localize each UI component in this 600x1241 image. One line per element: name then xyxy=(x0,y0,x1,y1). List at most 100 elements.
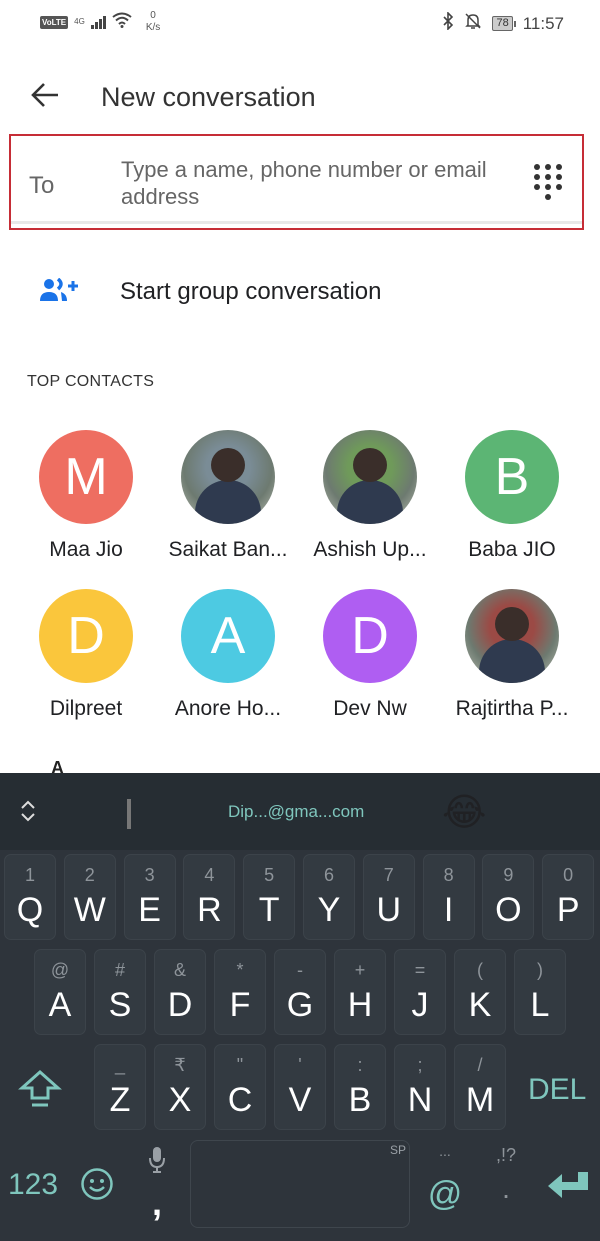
key-n[interactable]: ; N xyxy=(394,1044,446,1130)
period-hint: ,!? xyxy=(495,1145,516,1165)
speed-value: 0 xyxy=(150,10,156,21)
key-hint: & xyxy=(173,960,186,980)
space-key[interactable]: SP xyxy=(190,1140,410,1228)
key-q[interactable]: 1Q xyxy=(4,854,56,940)
battery-indicator: 78 xyxy=(492,16,517,31)
to-label: To xyxy=(29,172,55,199)
clock: 11:57 xyxy=(522,13,564,33)
key-label: O xyxy=(495,891,522,929)
contact-item[interactable]: B Baba JIO xyxy=(442,430,582,562)
network-type: 4G xyxy=(74,17,85,26)
contact-item[interactable]: Rajtirtha P... xyxy=(442,589,582,721)
status-bar: VoLTE 4G 0 K/s 78 11:57 xyxy=(0,0,600,50)
at-key[interactable]: ... @ xyxy=(422,1143,468,1227)
start-group-conversation[interactable]: Start group conversation xyxy=(0,262,600,322)
expand-toggle-icon[interactable] xyxy=(18,799,38,824)
key-label: Z xyxy=(109,1081,131,1119)
key-label: E xyxy=(138,891,161,929)
delete-key[interactable]: DEL xyxy=(528,1073,586,1107)
shift-icon[interactable] xyxy=(15,1068,65,1118)
key-j[interactable]: = J xyxy=(394,949,446,1035)
key-hint: ' xyxy=(298,1055,302,1075)
enter-icon[interactable] xyxy=(546,1170,590,1200)
key-hint: _ xyxy=(114,1055,125,1075)
key-hint: 8 xyxy=(443,865,454,885)
smiley-icon[interactable] xyxy=(80,1167,114,1201)
key-label: V xyxy=(288,1081,312,1119)
avatar xyxy=(181,430,275,524)
key-b[interactable]: :B xyxy=(334,1044,386,1130)
key-o[interactable]: 9O xyxy=(482,854,535,940)
contact-item[interactable]: D Dilpreet xyxy=(16,589,156,721)
group-add-icon xyxy=(40,277,80,304)
key-hint: 9 xyxy=(503,865,514,885)
key-e[interactable]: 3E xyxy=(123,854,176,940)
key-hint: : xyxy=(357,1055,363,1075)
key-y[interactable]: 6Y xyxy=(303,854,355,940)
key-u[interactable]: 7U xyxy=(362,854,415,940)
index-letter: A xyxy=(51,758,64,774)
key-hint: ₹ xyxy=(174,1055,186,1075)
period-label: . xyxy=(502,1173,510,1204)
key-x[interactable]: ₹ X xyxy=(154,1044,206,1130)
key-i[interactable]: 8I xyxy=(422,854,475,940)
key-label: Q xyxy=(16,891,44,929)
avatar: A xyxy=(181,589,275,683)
key-d[interactable]: & D xyxy=(154,949,206,1035)
contact-name: Saikat Ban... xyxy=(168,538,288,561)
key-label: M xyxy=(465,1081,495,1119)
key-c[interactable]: " C xyxy=(214,1044,266,1130)
key-label: I xyxy=(443,891,454,929)
key-k[interactable]: (K xyxy=(454,949,506,1035)
contact-item[interactable]: Ashish Up... xyxy=(300,430,440,562)
network-speed: 0 K/s xyxy=(146,10,160,34)
key-z[interactable]: _ Z xyxy=(94,1044,146,1130)
recipient-input[interactable]: Type a name, phone number or email addre… xyxy=(121,156,521,210)
contact-item[interactable]: A Anore Ho... xyxy=(158,589,298,721)
contact-name: Rajtirtha P... xyxy=(455,697,569,720)
key-h[interactable]: + H xyxy=(334,949,386,1035)
key-l[interactable]: ) L xyxy=(514,949,566,1035)
key-f[interactable]: * F xyxy=(214,949,266,1035)
key-w[interactable]: 2W xyxy=(63,854,116,940)
key-label: W xyxy=(73,891,106,929)
avatar xyxy=(323,430,417,524)
key-hint: = xyxy=(414,960,426,980)
key-hint: 4 xyxy=(204,865,215,885)
contact-name: Ashish Up... xyxy=(313,538,427,561)
volte-icon: VoLTE xyxy=(40,15,69,29)
key-t[interactable]: 5T xyxy=(243,854,296,940)
key-g[interactable]: -G xyxy=(274,949,326,1035)
contact-item[interactable]: D Dev Nw xyxy=(300,589,440,721)
key-r[interactable]: 4R xyxy=(183,854,236,940)
key-a[interactable]: @ A xyxy=(34,949,86,1035)
key-hint: ( xyxy=(477,960,483,980)
key-label: C xyxy=(227,1081,253,1119)
key-label: F xyxy=(229,986,251,1024)
key-hint: 5 xyxy=(264,865,275,885)
key-label: G xyxy=(286,986,314,1024)
contact-item[interactable]: M Maa Jio xyxy=(16,430,156,562)
notifications-off-icon xyxy=(464,12,482,35)
period-key[interactable]: ,!? . xyxy=(486,1143,526,1227)
dialpad-icon[interactable] xyxy=(534,164,564,204)
at-hint: ... xyxy=(439,1143,451,1159)
contact-name: Baba JIO xyxy=(468,538,556,561)
recipient-field[interactable]: To Type a name, phone number or email ad… xyxy=(9,134,584,230)
key-s[interactable]: # S xyxy=(94,949,146,1035)
avatar: D xyxy=(39,589,133,683)
emoji-suggestion[interactable]: 😂 xyxy=(442,789,494,837)
contact-photo xyxy=(353,448,387,482)
key-v[interactable]: ' V xyxy=(274,1044,326,1130)
key-m[interactable]: / M xyxy=(454,1044,506,1130)
key-p[interactable]: 0P xyxy=(542,854,595,940)
contact-photo xyxy=(495,607,529,641)
space-hint: SP xyxy=(389,1143,406,1157)
at-label: @ xyxy=(427,1175,463,1213)
contact-item[interactable]: Saikat Ban... xyxy=(158,430,298,562)
cursor-indicator xyxy=(127,799,131,829)
comma-key[interactable]: , xyxy=(140,1146,174,1226)
suggestion-word[interactable]: Dip...@gma...com xyxy=(228,802,364,822)
arrow-back-icon[interactable] xyxy=(30,82,64,112)
numbers-key[interactable]: 123 xyxy=(8,1168,58,1202)
